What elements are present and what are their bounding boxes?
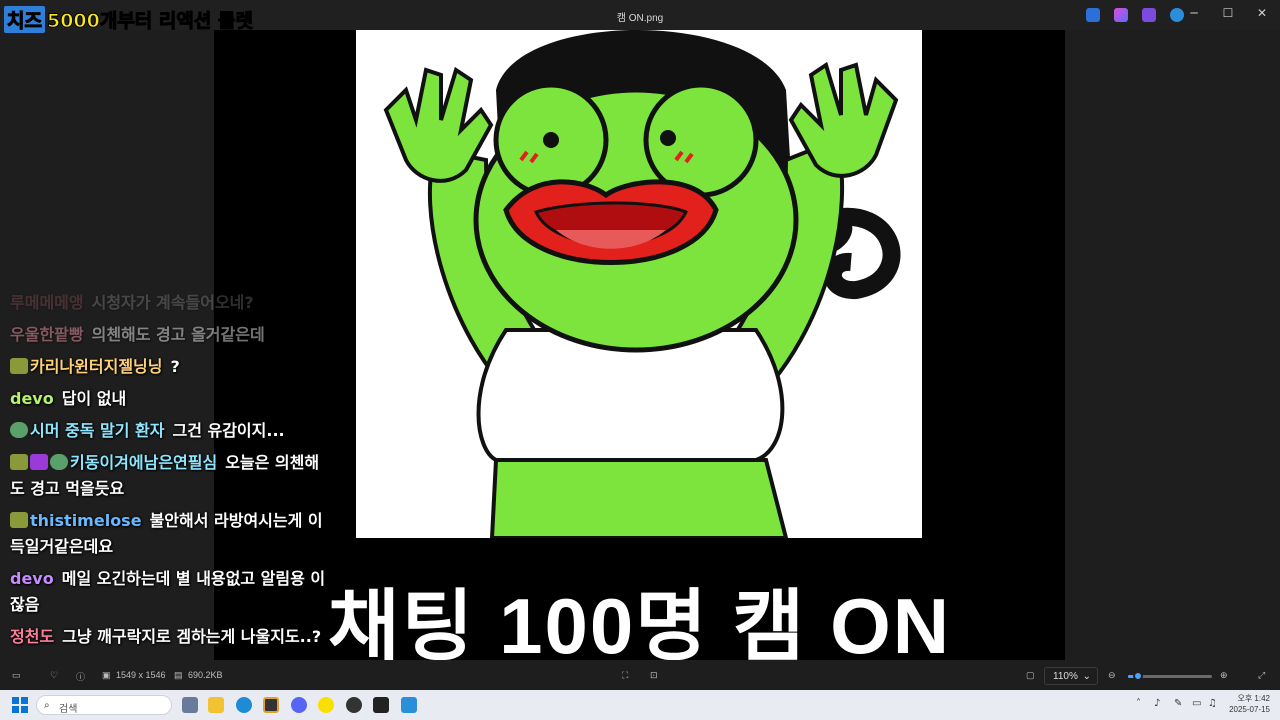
discord-icon[interactable]	[291, 697, 307, 713]
edge-icon[interactable]	[236, 697, 252, 713]
chevron-down-icon: ⌄	[1082, 671, 1091, 682]
file-size: 690.2KB	[188, 670, 223, 680]
volume-icon[interactable]: ♫	[1208, 698, 1217, 709]
filmstrip-icon[interactable]: ▭	[12, 670, 21, 681]
pen-icon[interactable]: ✎	[1174, 698, 1182, 709]
chat-username: 우울한팥빵	[10, 325, 84, 344]
frog-drawing	[383, 30, 901, 538]
sticky-app-icon[interactable]	[263, 697, 279, 713]
chat-username: devo	[10, 389, 54, 408]
clipchamp-icon[interactable]	[1142, 8, 1156, 22]
chat-username: 키동이겨에남은연필심	[70, 453, 218, 472]
info-icon[interactable]: ⓘ	[76, 670, 85, 683]
overlay-banner: 치즈 5000개부터 리액션 룰렛	[4, 5, 253, 33]
fullscreen-icon[interactable]: ⤢	[1258, 670, 1265, 681]
close-button[interactable]: ✕	[1254, 6, 1270, 20]
kakaotalk-icon[interactable]	[318, 697, 334, 713]
chat-text: 의첸해도 경고 올거같은데	[91, 325, 265, 344]
zoom-out-icon[interactable]: ⊖	[1108, 670, 1116, 681]
chat-username: devo	[10, 569, 54, 588]
search-icon: ⌕	[44, 700, 50, 711]
taskbar: ⌕ 검색 ˄ ♪ ✎ ▭ ♫ 오후 1:42 2025-07-15	[0, 690, 1280, 720]
zoom-slider-thumb[interactable]	[1133, 671, 1144, 681]
crop-icon[interactable]: ⛶	[622, 670, 628, 681]
image-canvas[interactable]: 채팅 100명 캠 ON	[214, 30, 1065, 660]
chrome-icon[interactable]	[346, 697, 362, 713]
frog-illustration	[356, 30, 922, 538]
select-icon[interactable]: ⊡	[650, 670, 658, 681]
chat-message: 시머 중독 말기 환자 그건 유감이지...	[10, 418, 330, 444]
chat-text: 메일 오긴하는데 별 내용없고 알림용 이잖음	[10, 569, 326, 614]
chat-username: 카리나윈터지젤닝닝	[30, 357, 163, 376]
microphone-icon[interactable]: ♪	[1154, 698, 1160, 709]
window-controls: ─ ☐ ✕	[1186, 6, 1270, 20]
chat-message: devo 메일 오긴하는데 별 내용없고 알림용 이잖음	[10, 566, 330, 618]
image-dimensions: 1549 x 1546	[116, 670, 166, 680]
banner-text: 5000개부터 리액션 룰렛	[46, 9, 253, 32]
clock-time: 오후 1:42	[1237, 694, 1270, 703]
zoom-slider[interactable]	[1128, 671, 1212, 681]
chat-message: 키동이겨에남은연필심 오늘은 의첸해도 경고 먹을듯요	[10, 450, 330, 502]
turtle-badge-icon	[10, 358, 28, 374]
effects-icon[interactable]	[1114, 8, 1128, 22]
image-viewer-window: 캠 ON.png ─ ☐ ✕ 채팅 100명 캠 ON 치즈 5000개부터 리…	[0, 0, 1280, 720]
search-placeholder: 검색	[59, 704, 78, 715]
chat-overlay: 루메메메앵 시청자가 계속들어오네? 우울한팥빵 의첸해도 경고 올거같은데 카리나…	[10, 290, 330, 656]
chat-text: 답이 없내	[61, 389, 127, 408]
zoom-level: 110%	[1053, 671, 1078, 682]
planet-badge-icon	[50, 454, 68, 470]
chat-message: devo 답이 없내	[10, 386, 330, 412]
windows-start-icon[interactable]	[12, 697, 28, 713]
zoom-in-icon[interactable]: ⊕	[1220, 670, 1228, 681]
chat-username: thistimelose	[30, 511, 142, 530]
chat-text: 그건 유감이지...	[172, 421, 285, 440]
chat-text: ?	[170, 357, 180, 376]
banner-highlight: 치즈	[4, 5, 45, 33]
chevron-up-icon[interactable]: ˄	[1136, 698, 1141, 709]
chat-message: 우울한팥빵 의첸해도 경고 올거같은데	[10, 322, 330, 348]
file-size-icon: ▤	[174, 670, 183, 680]
turtle-badge-icon	[10, 454, 28, 470]
title-bar-tools	[1086, 8, 1184, 22]
chat-username: 시머 중독 말기 환자	[30, 421, 165, 440]
viewer-status-bar: ▭ ♡ ⓘ ▣ 1549 x 1546 ▤ 690.2KB ⛶ ⊡ ▢ 110%…	[0, 664, 1280, 688]
chat-message: 카리나윈터지젤닝닝?	[10, 354, 330, 380]
tier-badge-icon	[30, 454, 48, 470]
maximize-button[interactable]: ☐	[1220, 6, 1236, 20]
dimensions-icon: ▣	[102, 670, 111, 680]
fit-to-window-icon[interactable]: ▢	[1026, 670, 1035, 681]
clock[interactable]: 오후 1:42 2025-07-15	[1229, 693, 1270, 715]
chat-username: 정천도	[10, 627, 55, 646]
zoom-dropdown[interactable]: 110% ⌄	[1044, 667, 1098, 685]
file-explorer-icon[interactable]	[208, 697, 224, 713]
chat-message: thistimelose 불안해서 라방여시는게 이득일거같은데요	[10, 508, 330, 560]
favorite-icon[interactable]: ♡	[50, 670, 58, 681]
image-caption: 채팅 100명 캠 ON	[327, 582, 952, 660]
edit-icon[interactable]	[1086, 8, 1100, 22]
obs-icon[interactable]	[373, 697, 389, 713]
planet-badge-icon	[10, 422, 28, 438]
clock-date: 2025-07-15	[1229, 705, 1270, 714]
onedrive-icon[interactable]	[1170, 8, 1184, 22]
minimize-button[interactable]: ─	[1186, 6, 1202, 20]
chat-message: 루메메메앵 시청자가 계속들어오네?	[10, 290, 330, 316]
taskbar-search[interactable]: ⌕ 검색	[36, 695, 172, 715]
chat-message: 정천도 그냥 깨구락지로 겜하는게 나울지도..?	[10, 624, 330, 650]
chat-username: 루메메메앵	[10, 293, 84, 312]
photos-icon[interactable]	[401, 697, 417, 713]
turtle-badge-icon	[10, 512, 28, 528]
display-icon[interactable]: ▭	[1192, 698, 1201, 709]
chat-text: 시청자가 계속들어오네?	[91, 293, 254, 312]
chat-text: 그냥 깨구락지로 겜하는게 나울지도..?	[62, 627, 322, 646]
task-view-icon[interactable]	[182, 697, 198, 713]
